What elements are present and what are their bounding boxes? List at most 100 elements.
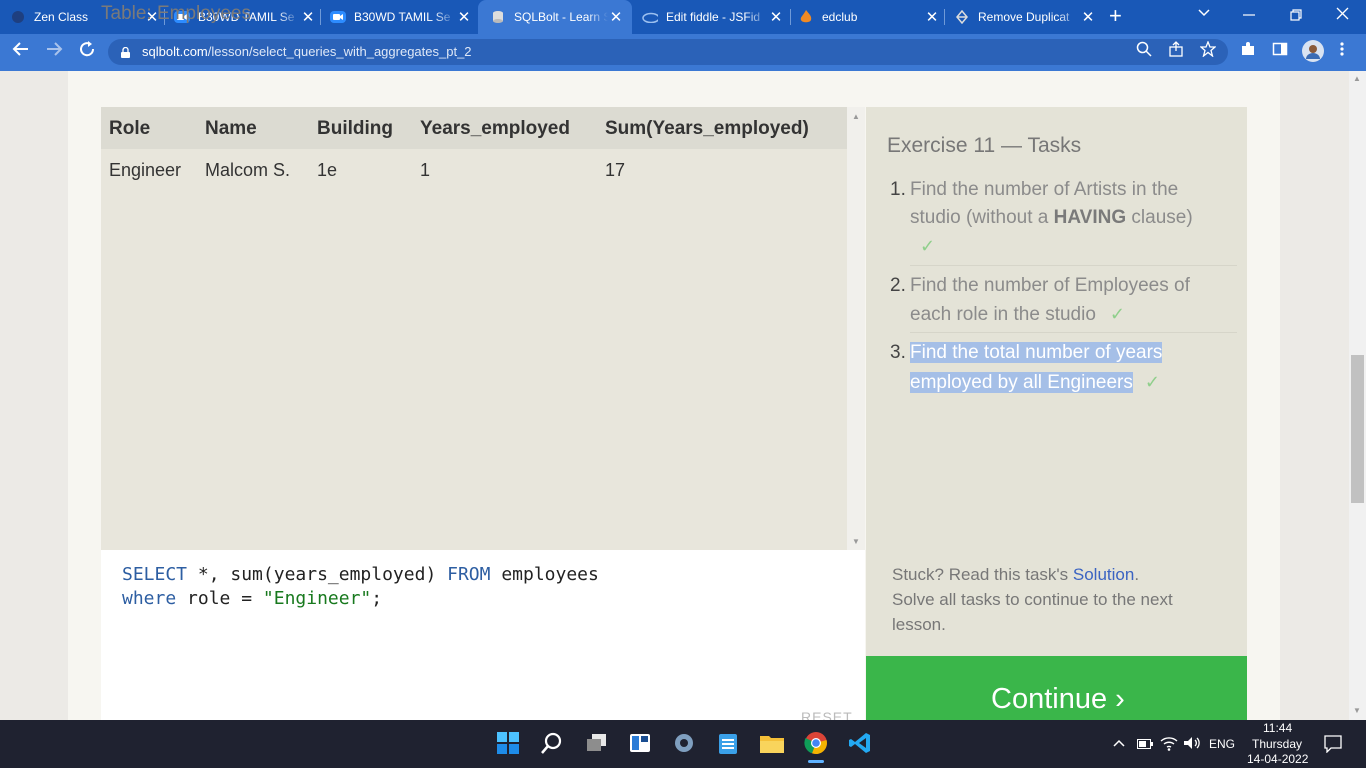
table-title: Table: Employees [101,3,251,24]
forward-arrow-icon[interactable] [45,40,63,63]
tab-title: SQLBolt - Learn S [514,10,608,24]
share-icon[interactable] [1168,41,1184,61]
task-2-line-2: each role in the studio ✓ [910,300,1125,329]
widgets-icon[interactable] [628,731,652,755]
tab-jsfiddle[interactable]: Edit fiddle - JSFid ✕ [642,0,784,34]
close-icon[interactable]: ✕ [768,8,784,26]
language-indicator[interactable]: ENG [1209,737,1235,751]
task-3-line-1: Find the total number of years [910,339,1163,367]
task-divider [910,332,1237,333]
url-host: sqlbolt.com [142,44,208,59]
avatar[interactable] [1302,40,1324,66]
solution-link[interactable]: Solution [1073,565,1134,584]
windows-start-icon[interactable] [496,731,520,755]
remove-duplicates-icon [954,9,970,25]
code-line-2[interactable]: where role = "Engineer"; [122,588,382,609]
code-text: *, sum(years_employed) [187,564,448,585]
task-number: 3. [890,342,906,363]
close-icon[interactable]: ✕ [924,8,940,26]
close-icon[interactable]: ✕ [456,8,472,26]
clock-day[interactable]: Thursday [1252,737,1302,751]
database-icon [490,9,506,25]
continue-label[interactable]: Continue › [991,683,1125,716]
task-keyword-having: HAVING [1053,207,1127,228]
scroll-down-arrow-icon[interactable]: ▼ [852,537,860,546]
task-1-number: 1. [890,176,906,204]
settings-gear-icon[interactable] [672,731,696,755]
table-cell-sum: 17 [605,160,626,180]
tab-title: Edit fiddle - JSFid [666,10,761,24]
vscode-icon[interactable] [848,731,872,755]
page-scroll-down-icon[interactable]: ▼ [1353,706,1361,715]
close-icon[interactable]: ✕ [1080,8,1096,26]
notepad-icon[interactable] [716,731,740,755]
new-tab-button[interactable]: + [1109,4,1122,28]
code-string: "Engineer" [262,588,372,609]
wifi-icon[interactable] [1160,735,1178,754]
task-3-number: 3. [890,339,906,367]
keyword-select: SELECT [122,564,188,585]
tab-title: Remove Duplicat [978,10,1070,24]
clock-time[interactable]: 11:44 [1263,721,1292,735]
tray-overflow-chevron-icon[interactable] [1113,737,1125,751]
tab-title: B30WD TAMIL Se [354,10,451,24]
keyword-where: where [122,588,177,609]
chrome-icon[interactable] [804,731,828,755]
task-2-number: 2. [890,272,906,300]
search-icon[interactable] [540,731,564,755]
selected-task-text: employed by all Engineers [910,372,1133,393]
volume-icon[interactable] [1183,736,1201,753]
minimize-icon[interactable] [1243,8,1255,24]
back-arrow-icon[interactable] [12,40,30,63]
check-icon: ✓ [1109,304,1125,324]
close-icon[interactable]: ✕ [300,8,316,26]
tab-search-chevron-icon[interactable] [1197,5,1211,22]
selected-task-text: Find the total number of years [910,342,1163,363]
task-text: clause) [1126,207,1193,228]
file-explorer-icon[interactable] [760,731,784,755]
table-scrollbar[interactable] [847,107,865,550]
column-header-building: Building [317,118,393,139]
edclub-flame-icon [798,9,814,25]
table-cell-role: Engineer [109,160,182,180]
bookmark-star-icon[interactable] [1199,40,1217,61]
check-icon: ✓ [1144,372,1160,392]
table-cell-building: 1e [317,160,338,180]
tab-sqlbolt[interactable]: SQLBolt - Learn S ✕ [478,0,632,34]
lock-icon[interactable] [121,45,130,58]
keyword-from: FROM [447,564,491,585]
tab-edclub[interactable]: edclub ✕ [798,0,940,34]
zoom-magnifier-icon[interactable] [1136,41,1152,61]
page-scrollbar-thumb[interactable] [1351,355,1364,503]
close-icon[interactable]: ✕ [608,8,624,26]
task-text: studio (without a [910,207,1054,228]
check-icon: ✓ [920,236,936,256]
menu-kebab-icon[interactable] [1339,41,1345,61]
task-1-line-2: studio (without a HAVING clause) [910,204,1193,232]
stuck-text: Stuck? Read this task's [892,565,1073,584]
code-line-1[interactable]: SELECT *, sum(years_employed) FROM emplo… [122,564,599,585]
tab-b30wd-2[interactable]: B30WD TAMIL Se ✕ [330,0,472,34]
notification-icon[interactable] [1324,735,1342,756]
task-text: each role in the studio [910,304,1096,325]
code-text: employees [490,564,599,585]
exercise-heading: Exercise 11 — Tasks [887,134,1082,157]
side-panel-icon[interactable] [1272,41,1288,61]
column-header-years-employed: Years_employed [420,118,570,139]
clock-date[interactable]: 14-04-2022 [1247,752,1308,766]
scroll-up-arrow-icon[interactable]: ▲ [852,112,860,121]
page-scroll-up-icon[interactable]: ▲ [1353,74,1361,83]
jsfiddle-cloud-icon [642,9,658,25]
tab-title: edclub [822,10,858,24]
solve-hint-line-2: lesson. [892,615,946,634]
reload-icon[interactable] [78,40,96,63]
column-header-name: Name [205,118,257,139]
battery-icon[interactable] [1137,738,1153,752]
tab-remove-duplicates[interactable]: Remove Duplicat ✕ [954,0,1096,34]
close-window-icon[interactable] [1336,7,1349,23]
zen-class-favicon-icon [10,9,26,25]
extensions-puzzle-icon[interactable] [1240,41,1256,61]
url-text[interactable]: sqlbolt.com/lesson/select_queries_with_a… [142,44,472,59]
task-view-icon[interactable] [585,731,609,755]
restore-icon[interactable] [1290,8,1302,24]
